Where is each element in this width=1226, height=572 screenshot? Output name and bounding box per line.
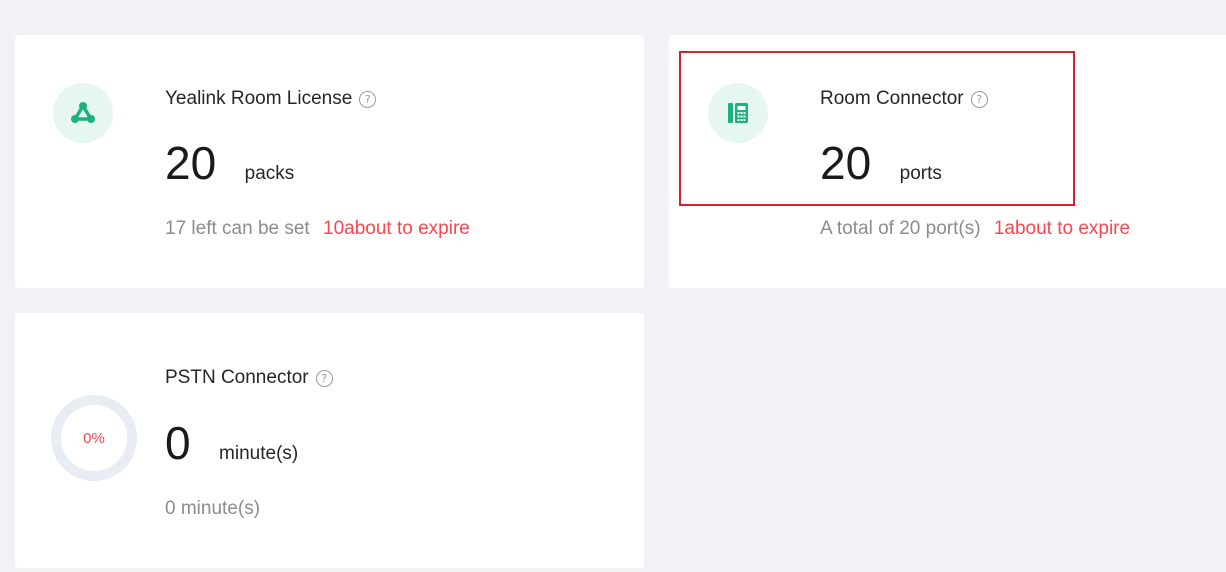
usage-percent: 0% bbox=[83, 429, 105, 447]
pstn-count: 0 minute(s) bbox=[165, 420, 298, 466]
connector-status: A total of 20 port(s) 1about to expire bbox=[820, 218, 1130, 240]
license-title-text: Yealink Room License bbox=[165, 88, 353, 109]
pstn-count-unit: minute(s) bbox=[219, 443, 299, 464]
highlight-box bbox=[679, 51, 1075, 206]
license-count-value: 20 bbox=[165, 137, 217, 189]
license-count: 20 packs bbox=[165, 140, 294, 186]
license-expire-link[interactable]: 10about to expire bbox=[323, 218, 470, 239]
network-nodes-icon bbox=[53, 83, 113, 143]
license-left-text: 17 left can be set bbox=[165, 218, 310, 239]
connector-expire-link[interactable]: 1about to expire bbox=[994, 218, 1130, 239]
pstn-title-text: PSTN Connector bbox=[165, 367, 309, 388]
license-status: 17 left can be set 10about to expire bbox=[165, 218, 470, 240]
pstn-status: 0 minute(s) bbox=[165, 498, 260, 520]
license-title: Yealink Room License ? bbox=[165, 88, 377, 110]
connector-total-text: A total of 20 port(s) bbox=[820, 218, 981, 239]
question-circle-icon[interactable]: ? bbox=[315, 369, 333, 387]
license-count-unit: packs bbox=[244, 163, 295, 184]
question-circle-icon[interactable]: ? bbox=[359, 90, 377, 108]
pstn-count-value: 0 bbox=[165, 417, 191, 469]
pstn-minutes-text: 0 minute(s) bbox=[165, 498, 261, 519]
yealink-room-license-card bbox=[15, 35, 644, 288]
pstn-title: PSTN Connector ? bbox=[165, 367, 333, 389]
